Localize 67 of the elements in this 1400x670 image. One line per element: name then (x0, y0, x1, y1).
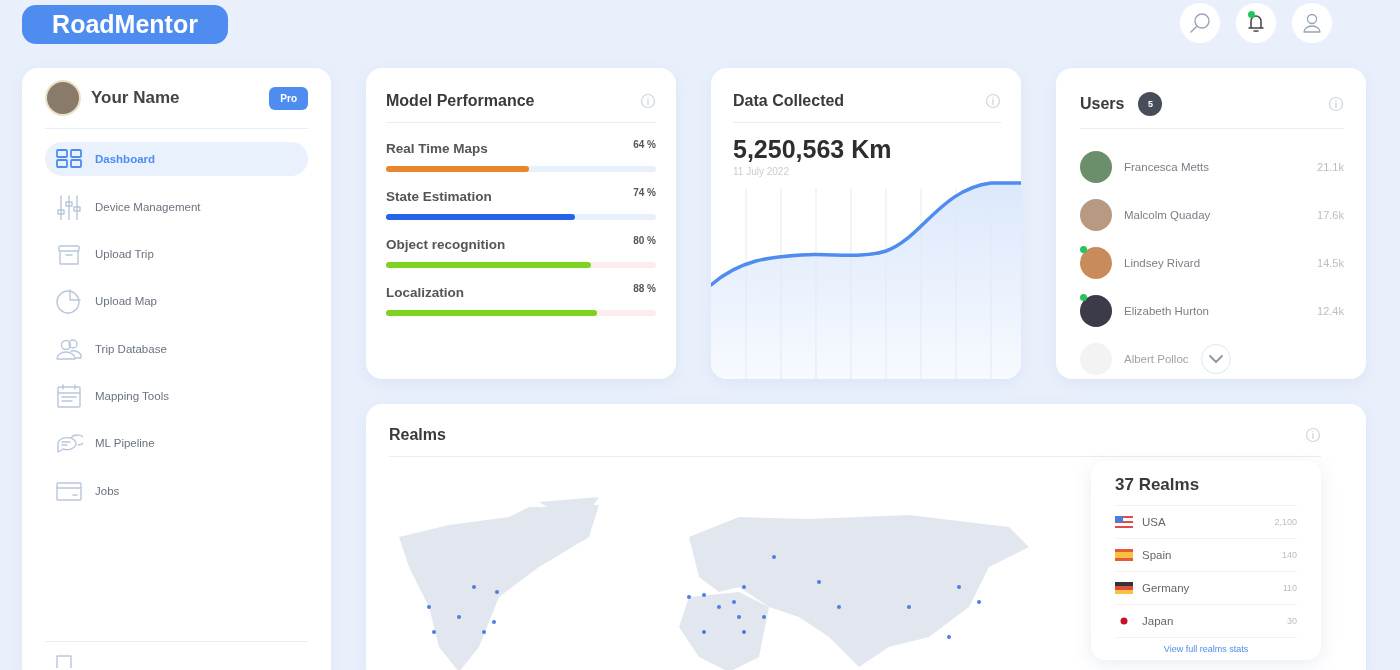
country-name: Japan (1142, 615, 1175, 627)
country-value: 2,100 (1274, 517, 1297, 527)
user-value: 17.6k (1317, 209, 1344, 221)
country-name: Germany (1142, 582, 1191, 594)
germany-flag-icon (1115, 582, 1133, 594)
sidebar-item[interactable]: Jobs (45, 473, 308, 508)
card-title: Users (1080, 95, 1125, 113)
user-name: Lindsey Rivard (1124, 257, 1202, 269)
sidebar-item[interactable]: Dashboard (45, 142, 308, 177)
sidebar-item[interactable]: Trip Database (45, 331, 308, 366)
country-value: 140 (1281, 550, 1297, 560)
user-name: Elizabeth Hurton (1124, 305, 1211, 317)
avatar (1080, 151, 1112, 183)
notifications-button[interactable] (1236, 3, 1276, 43)
us-flag-icon (1115, 516, 1133, 528)
logo[interactable]: RoadMentor (22, 5, 228, 44)
metric-label: Localization (386, 285, 464, 300)
spain-flag-icon (1115, 549, 1133, 561)
user-value: 14.5k (1317, 257, 1344, 269)
country-name: Spain (1142, 549, 1173, 561)
sidebar-item[interactable]: Upload Map (45, 284, 308, 319)
avatar (45, 80, 81, 116)
plan-badge: Pro (269, 86, 308, 110)
sidebar-item[interactable]: Mapping Tools (45, 378, 308, 414)
avatar (1080, 247, 1112, 279)
sidebar-item[interactable]: Upload Trip (45, 236, 308, 272)
count-badge: 5 (1138, 92, 1163, 116)
view-stats-link[interactable]: View full realms stats (1115, 644, 1297, 654)
info-icon[interactable] (1328, 96, 1344, 112)
info-icon[interactable] (985, 93, 1001, 109)
user-name: Malcolm Quaday (1124, 209, 1212, 221)
search-button[interactable] (1180, 3, 1220, 43)
search-icon (1189, 12, 1211, 34)
metric-label: Object recognition (386, 237, 506, 252)
profile-button[interactable] (1292, 3, 1332, 43)
expand-button[interactable] (1200, 344, 1231, 374)
card-title: Realms (389, 426, 446, 444)
country-name: USA (1142, 516, 1167, 528)
sidebar-item[interactable]: Device Management (45, 189, 308, 224)
card-title: Model Performance (386, 92, 535, 110)
metric-value: 88 % (633, 283, 656, 294)
user-value: 21.1k (1317, 161, 1344, 173)
info-icon[interactable] (1305, 427, 1321, 443)
pie-chart-icon (55, 288, 83, 315)
metric-label: State Estimation (386, 189, 492, 204)
user-name: Francesca Metts (1124, 161, 1210, 173)
user-name: Albert Polloc (1124, 353, 1189, 365)
metric-label: Real Time Maps (386, 141, 488, 156)
country-value: 30 (1287, 616, 1297, 626)
chevron-down-icon (1208, 355, 1223, 363)
metric-value: 64 % (633, 139, 656, 150)
country-value: 110 (1282, 583, 1297, 593)
card-title: Data Collected (733, 92, 845, 110)
sliders-icon (55, 193, 83, 220)
avatar (1080, 295, 1112, 327)
sidebar-item[interactable]: ML Pipeline (45, 426, 308, 461)
summary-title: 37 Realms (1115, 475, 1297, 506)
bell-icon (1245, 12, 1267, 34)
info-icon[interactable] (640, 93, 656, 109)
profile-name: Your Name (91, 88, 181, 108)
user-icon (1301, 12, 1323, 34)
total-distance: 5,250,563 Km (733, 135, 893, 164)
metric-value: 80 % (633, 235, 656, 246)
user-value: 12.4k (1317, 305, 1344, 317)
avatar (1080, 199, 1112, 231)
calendar-icon (55, 383, 83, 410)
metric-value: 74 % (633, 187, 656, 198)
